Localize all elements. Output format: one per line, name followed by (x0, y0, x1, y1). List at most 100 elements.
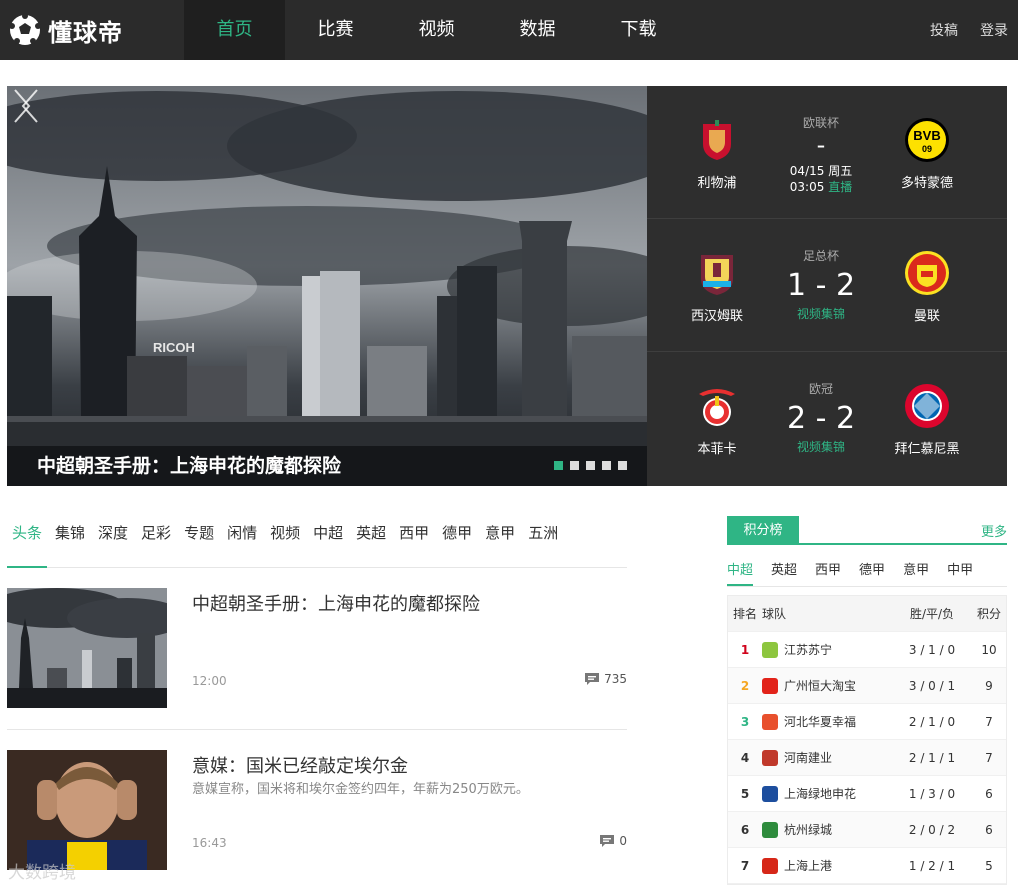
tab-seriea[interactable]: 意甲 (480, 518, 520, 568)
tab-world[interactable]: 五洲 (523, 518, 563, 568)
comment-count[interactable]: 0 (599, 834, 627, 848)
news-summary: 意媒宣称，国米将和埃尔金签约四年，年薪为250万欧元。 (192, 782, 529, 797)
club-badge-icon (762, 785, 778, 802)
tab-bundesliga[interactable]: 德甲 (437, 518, 477, 568)
league-tab-bundesliga[interactable]: 德甲 (859, 559, 885, 586)
slide-dots (554, 461, 627, 470)
league-tab-epl[interactable]: 英超 (771, 559, 797, 586)
tab-depth[interactable]: 深度 (93, 518, 133, 568)
team-cell[interactable]: 上海上港 (762, 857, 892, 874)
competition-name: 足总杯 (802, 249, 839, 263)
table-row[interactable]: 3 河北华夏幸福 2 / 1 / 0 7 (728, 704, 1006, 740)
match-info: 欧冠 2 - 2 视频集锦 (765, 380, 877, 455)
next-slide-arrow[interactable] (7, 86, 37, 126)
league-tab-laliga[interactable]: 西甲 (815, 559, 841, 586)
away-team[interactable]: 曼联 (872, 249, 982, 324)
live-link[interactable]: 直播 (828, 180, 852, 194)
home-team[interactable]: 西汉姆联 (662, 249, 772, 324)
tab-lottery[interactable]: 足彩 (136, 518, 176, 568)
login-link[interactable]: 登录 (980, 20, 1008, 40)
liverpool-crest-icon (703, 120, 731, 160)
home-team-name: 利物浦 (697, 176, 737, 191)
nav-videos[interactable]: 视频 (386, 0, 487, 60)
table-header: 排名 球队 胜/平/负 积分 (728, 596, 1006, 632)
team-cell[interactable]: 杭州绿城 (762, 821, 892, 838)
comment-icon (585, 673, 600, 685)
table-row[interactable]: 7 上海上港 1 / 2 / 1 5 (728, 848, 1006, 884)
standings-rows: 1 江苏苏宁 3 / 1 / 0 10 2 广州恒大淘宝 3 / 0 / 1 9 3 河北华夏幸福… (728, 632, 1006, 884)
team-cell[interactable]: 河南建业 (762, 749, 892, 766)
slide-dot[interactable] (554, 461, 563, 470)
standings-panel: 积分榜 更多 中超 英超 西甲 德甲 意甲 中甲 排名 球队 胜/平/负 积分 … (727, 516, 1007, 885)
tab-video[interactable]: 视频 (265, 518, 305, 568)
team-points: 6 (985, 786, 993, 801)
highlights-link[interactable]: 视频集锦 (765, 438, 877, 455)
team-name: 广州恒大淘宝 (784, 679, 857, 693)
away-team[interactable]: BVB 09 多特蒙德 (872, 116, 982, 191)
match-score: 1 - 2 (786, 268, 856, 303)
tab-headlines[interactable]: 头条 (7, 518, 48, 568)
league-tab-china-league-one[interactable]: 中甲 (947, 559, 973, 586)
news-thumbnail[interactable] (7, 750, 167, 870)
team-points: 9 (985, 678, 993, 693)
news-item[interactable]: 中超朝圣手册：上海申花的魔都探险 12:00 735 (7, 588, 627, 730)
table-row[interactable]: 1 江苏苏宁 3 / 1 / 0 10 (728, 632, 1006, 668)
hero-slider[interactable]: RICOH 中超朝圣手册：上海申花的魔都探险 (7, 86, 647, 486)
news-title[interactable]: 意媒：国米已经敲定埃尔金 (192, 752, 408, 778)
highlights-link[interactable]: 视频集锦 (765, 305, 877, 322)
post-link[interactable]: 投稿 (930, 20, 958, 40)
hero-caption[interactable]: 中超朝圣手册：上海申花的魔都探险 (37, 451, 341, 478)
nav-home[interactable]: 首页 (184, 0, 285, 60)
slide-dot[interactable] (618, 461, 627, 470)
match-card[interactable]: 本菲卡 欧冠 2 - 2 视频集锦 拜仁慕尼黑 (647, 352, 1007, 485)
slide-dot[interactable] (586, 461, 595, 470)
team-cell[interactable]: 河北华夏幸福 (762, 713, 892, 730)
tab-laliga[interactable]: 西甲 (394, 518, 434, 568)
league-tab-csl[interactable]: 中超 (727, 559, 754, 586)
team-cell[interactable]: 广州恒大淘宝 (762, 677, 892, 694)
team-points: 6 (985, 822, 993, 837)
team-points: 5 (985, 858, 993, 873)
table-row[interactable]: 2 广州恒大淘宝 3 / 0 / 1 9 (728, 668, 1006, 704)
user-links: 投稿 登录 (930, 0, 1008, 60)
tab-csl[interactable]: 中超 (308, 518, 348, 568)
league-tab-seriea[interactable]: 意甲 (903, 559, 929, 586)
away-team-name: 拜仁慕尼黑 (894, 442, 960, 457)
team-rank: 3 (740, 714, 750, 729)
watermark: 大数跨境 (8, 863, 76, 883)
news-item[interactable]: 意媒：国米已经敲定埃尔金 意媒宣称，国米将和埃尔金签约四年，年薪为250万欧元。… (7, 750, 627, 880)
tab-topics[interactable]: 专题 (179, 518, 219, 568)
tab-highlights[interactable]: 集锦 (50, 518, 90, 568)
home-team[interactable]: 本菲卡 (662, 382, 772, 457)
slide-dot[interactable] (570, 461, 579, 470)
away-team[interactable]: 拜仁慕尼黑 (872, 382, 982, 457)
slide-dot[interactable] (602, 461, 611, 470)
table-row[interactable]: 6 杭州绿城 2 / 0 / 2 6 (728, 812, 1006, 848)
table-row[interactable]: 5 上海绿地申花 1 / 3 / 0 6 (728, 776, 1006, 812)
news-title[interactable]: 中超朝圣手册：上海申花的魔都探险 (192, 590, 480, 616)
match-card[interactable]: 西汉姆联 足总杯 1 - 2 视频集锦 曼联 (647, 219, 1007, 352)
team-wdl: 2 / 1 / 1 (908, 750, 956, 765)
team-cell[interactable]: 上海绿地申花 (762, 785, 892, 802)
nav-data[interactable]: 数据 (487, 0, 588, 60)
tab-leisure[interactable]: 闲情 (222, 518, 262, 568)
table-row[interactable]: 4 河南建业 2 / 1 / 1 7 (728, 740, 1006, 776)
nav-matches[interactable]: 比赛 (285, 0, 386, 60)
match-info: 足总杯 1 - 2 视频集锦 (765, 247, 877, 322)
site-logo[interactable]: 懂球帝 (8, 12, 123, 48)
team-cell[interactable]: 江苏苏宁 (762, 641, 892, 658)
nav-download[interactable]: 下载 (588, 0, 689, 60)
comment-count-value: 0 (619, 834, 627, 848)
home-team[interactable]: 利物浦 (662, 116, 772, 191)
tab-epl[interactable]: 英超 (351, 518, 391, 568)
news-thumbnail[interactable] (7, 588, 167, 708)
more-link[interactable]: 更多 (981, 521, 1007, 540)
match-card[interactable]: 利物浦 欧联杯 - 04/15 周五 03:05 直播 BVB 09 多特蒙德 (647, 86, 1007, 219)
comment-icon (600, 835, 615, 847)
comment-count[interactable]: 735 (584, 672, 627, 686)
benfica-crest-icon (699, 389, 735, 426)
west-ham-crest-icon (701, 255, 733, 295)
top-nav-bar: 懂球帝 首页 比赛 视频 数据 下载 投稿 登录 (0, 0, 1018, 60)
team-name: 河南建业 (784, 751, 833, 765)
home-team-name: 本菲卡 (697, 442, 737, 457)
